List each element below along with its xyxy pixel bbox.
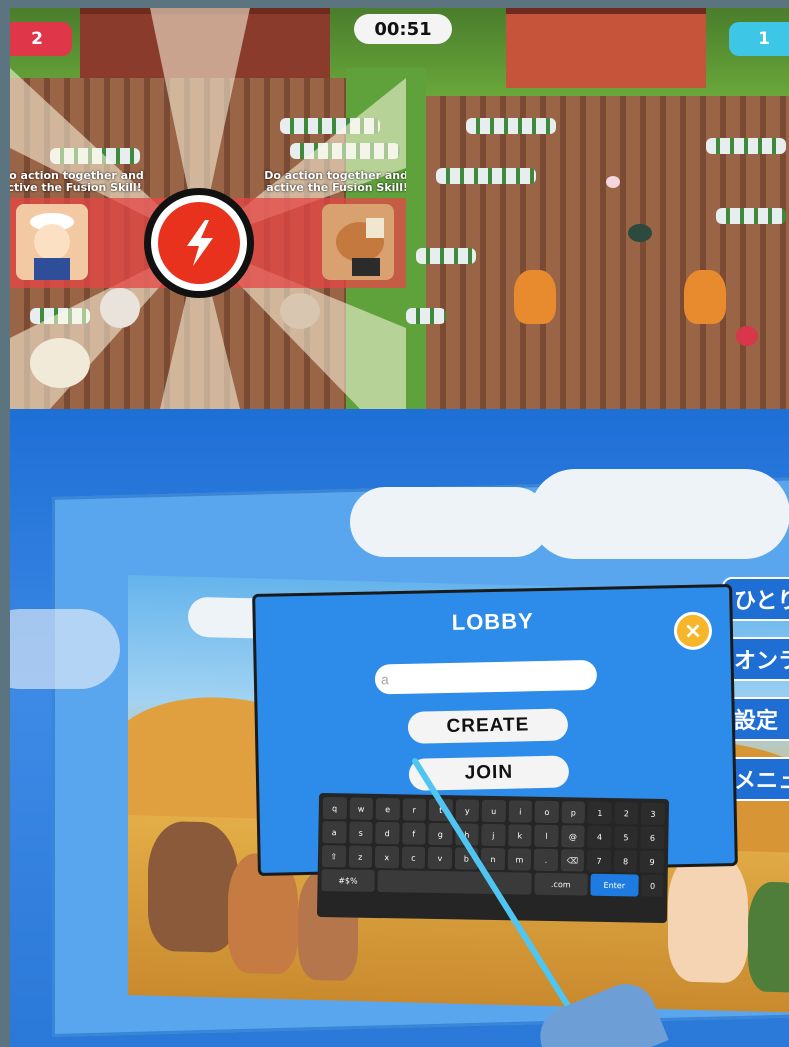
team-left-score: 2 bbox=[10, 22, 72, 56]
player-left-pane: Do action together and active the Fusion… bbox=[10, 8, 406, 409]
seed-item bbox=[606, 176, 620, 188]
crop-row bbox=[466, 118, 556, 134]
bug-enemy bbox=[628, 224, 652, 242]
player-portrait-sailor bbox=[16, 204, 88, 280]
player-character bbox=[684, 270, 726, 324]
grass-strip bbox=[406, 68, 426, 409]
farm-animal bbox=[280, 293, 320, 329]
fusion-hint-right: Do action together and active the Fusion… bbox=[264, 169, 406, 194]
controller-pointer-ray bbox=[412, 758, 573, 1012]
crop-row bbox=[416, 248, 476, 264]
vr-lobby-view: ひとりで オンライン 設定 メニュー LOBBY × CREATE JOIN q… bbox=[10, 409, 789, 1047]
barn-building bbox=[506, 8, 706, 88]
crop-row bbox=[716, 208, 786, 224]
crop-row bbox=[406, 308, 446, 324]
fusion-hint-left: Do action together and active the Fusion… bbox=[10, 169, 144, 194]
rock bbox=[30, 338, 90, 388]
gameplay-view: Do action together and active the Fusion… bbox=[10, 8, 789, 409]
crop-row bbox=[706, 138, 786, 154]
farm-animal bbox=[100, 288, 140, 328]
player-character bbox=[514, 270, 556, 324]
lightning-bolt-icon bbox=[187, 220, 213, 266]
crop-row bbox=[436, 168, 536, 184]
fusion-skill-button[interactable] bbox=[144, 188, 254, 298]
ladybug-enemy bbox=[736, 326, 758, 346]
match-timer: 00:51 bbox=[354, 14, 452, 44]
player-right-pane bbox=[406, 8, 789, 409]
team-right-score: 1 bbox=[729, 22, 789, 56]
player-portrait-beaver bbox=[322, 204, 394, 280]
